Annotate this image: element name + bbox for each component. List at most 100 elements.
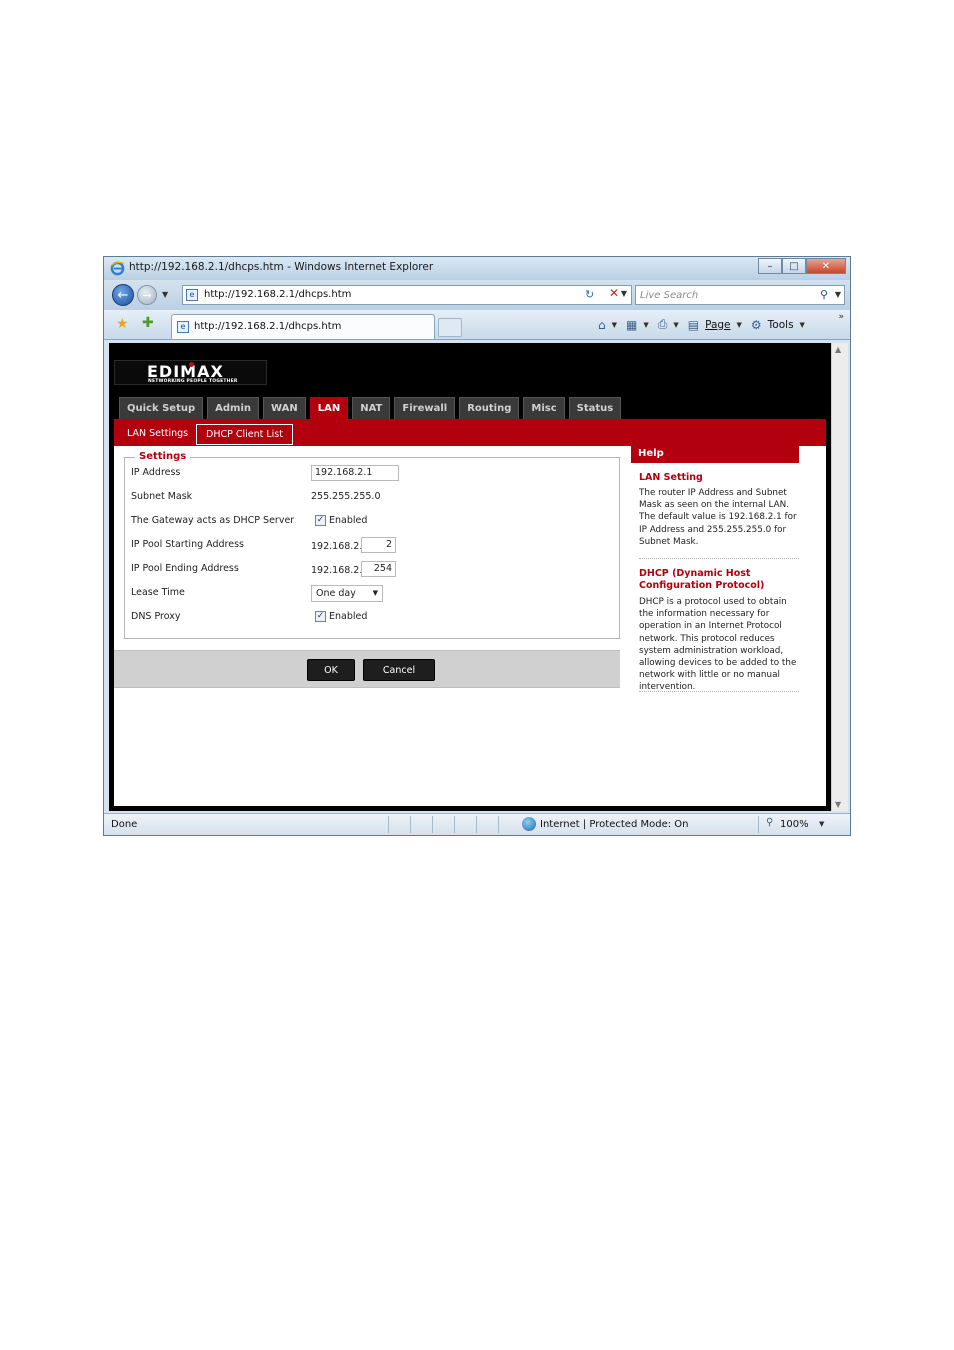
tab-quick-setup[interactable]: Quick Setup (119, 397, 204, 419)
page-menu-icon: ▤ (687, 317, 700, 332)
back-button[interactable]: ← (112, 284, 134, 306)
pool-end-input[interactable]: 254 (361, 561, 396, 577)
forward-arrow-icon: → (142, 288, 152, 302)
feeds-dropdown-icon[interactable]: ▼ (643, 321, 648, 329)
back-arrow-icon: ← (117, 287, 129, 303)
settings-panel: Settings IP Address 192.168.2.1 Subnet M… (114, 446, 826, 806)
status-separator (432, 816, 433, 833)
stop-icon[interactable]: ✕ (609, 286, 619, 300)
window-controls: – □ ✕ (758, 258, 846, 274)
dns-proxy-row: DNS Proxy ✓ Enabled (131, 609, 611, 625)
tools-menu[interactable]: Tools (768, 319, 794, 331)
search-icon[interactable]: ⚲ (820, 288, 828, 301)
new-tab-button[interactable] (438, 318, 462, 337)
status-separator (758, 816, 759, 833)
forward-button[interactable]: → (137, 285, 157, 305)
minimize-button[interactable]: – (758, 258, 782, 274)
sub-nav-bar: LAN Settings DHCP Client List (114, 419, 826, 446)
command-toolbar: ⌂ ▼ ▦ ▼ ⎙ ▼ ▤ Page ▼ ⚙ Tools ▼ (598, 317, 814, 332)
scroll-up-icon[interactable]: ▲ (835, 345, 841, 354)
gear-icon: ⚙ (750, 317, 762, 332)
tab-admin[interactable]: Admin (207, 397, 260, 419)
refresh-icon[interactable]: ↻ (585, 288, 594, 301)
status-separator (498, 816, 499, 833)
lease-time-row: Lease Time One day ▼ (131, 585, 611, 602)
title-bar[interactable]: http://192.168.2.1/dhcps.htm - Windows I… (104, 257, 850, 280)
status-separator (454, 816, 455, 833)
chevron-down-icon: ▼ (372, 589, 378, 597)
tab-routing[interactable]: Routing (459, 397, 520, 419)
home-dropdown-icon[interactable]: ▼ (612, 321, 617, 329)
ok-button[interactable]: OK (307, 659, 355, 681)
address-url[interactable]: http://192.168.2.1/dhcps.htm (204, 289, 351, 300)
lease-time-value: One day (316, 588, 356, 599)
page-icon: e (186, 289, 198, 301)
maximize-button[interactable]: □ (782, 258, 806, 274)
status-text: Done (111, 819, 138, 830)
security-zone[interactable]: Internet | Protected Mode: On (540, 819, 688, 830)
brand-tagline: NETWORKING PEOPLE TOGETHER (148, 379, 238, 384)
search-dropdown-icon[interactable]: ▼ (835, 290, 841, 299)
home-icon[interactable]: ⌂ (598, 318, 606, 332)
chevron-more-icon[interactable]: » (838, 312, 844, 322)
settings-fieldset: Settings IP Address 192.168.2.1 Subnet M… (124, 451, 620, 639)
dhcp-server-checkbox[interactable]: ✓ (315, 515, 326, 526)
tab-title: http://192.168.2.1/dhcps.htm (194, 321, 342, 332)
pool-start-input[interactable]: 2 (361, 537, 396, 553)
page-menu-dropdown-icon[interactable]: ▼ (737, 321, 742, 329)
page-content: EDIMAX NETWORKING PEOPLE TOGETHER Quick … (109, 343, 831, 811)
help-divider (639, 691, 799, 692)
close-button[interactable]: ✕ (806, 258, 846, 274)
subnet-mask-label: Subnet Mask (131, 491, 193, 502)
search-box[interactable]: Live Search ⚲ ▼ (635, 285, 845, 305)
ip-address-input[interactable]: 192.168.2.1 (311, 465, 399, 481)
tab-nat[interactable]: NAT (352, 397, 391, 419)
main-nav-tabs: Quick Setup Admin WAN LAN NAT Firewall R… (119, 397, 625, 419)
favorites-star-icon[interactable]: ★ (116, 316, 129, 332)
subnet-mask-row: Subnet Mask 255.255.255.0 (131, 489, 611, 505)
navigation-bar: ← → ▼ e http://192.168.2.1/dhcps.htm ▼ ↻… (104, 280, 850, 310)
page-menu[interactable]: Page (705, 319, 730, 331)
ip-address-row: IP Address 192.168.2.1 (131, 465, 611, 481)
tools-menu-dropdown-icon[interactable]: ▼ (800, 321, 805, 329)
scroll-down-icon[interactable]: ▼ (835, 800, 841, 809)
command-bar: ★ ✚ e http://192.168.2.1/dhcps.htm ⌂ ▼ ▦… (104, 310, 850, 340)
recent-pages-dropdown-icon[interactable]: ▼ (162, 290, 168, 299)
ip-address-label: IP Address (131, 467, 181, 478)
ie-logo-icon (110, 261, 125, 276)
search-placeholder[interactable]: Live Search (640, 290, 698, 301)
tab-firewall[interactable]: Firewall (394, 397, 456, 419)
browser-window: http://192.168.2.1/dhcps.htm - Windows I… (103, 256, 851, 836)
browser-tab[interactable]: e http://192.168.2.1/dhcps.htm (171, 314, 435, 339)
dns-proxy-label: DNS Proxy (131, 611, 181, 622)
print-dropdown-icon[interactable]: ▼ (673, 321, 678, 329)
help-divider (639, 558, 799, 559)
dns-proxy-checkbox[interactable]: ✓ (315, 611, 326, 622)
zoom-level[interactable]: 100% (780, 819, 809, 830)
help-panel: Help LAN Setting The router IP Address a… (631, 446, 801, 786)
subtab-lan-settings[interactable]: LAN Settings (127, 428, 188, 439)
tab-misc[interactable]: Misc (523, 397, 565, 419)
pool-start-label: IP Pool Starting Address (131, 539, 244, 550)
address-dropdown-icon[interactable]: ▼ (621, 289, 627, 298)
status-separator (410, 816, 411, 833)
pool-end-row: IP Pool Ending Address 192.168.2. 254 (131, 561, 611, 577)
tab-page-icon: e (177, 321, 189, 333)
tab-lan[interactable]: LAN (309, 397, 349, 419)
feeds-icon[interactable]: ▦ (626, 318, 637, 332)
add-favorite-icon[interactable]: ✚ (142, 315, 154, 331)
zoom-dropdown-icon[interactable]: ▼ (819, 820, 824, 828)
lease-time-select[interactable]: One day ▼ (311, 585, 383, 602)
button-bar: OK Cancel (114, 650, 620, 688)
print-icon[interactable]: ⎙ (658, 317, 668, 332)
vertical-scrollbar[interactable]: ▲ ▼ (831, 343, 848, 811)
settings-legend: Settings (135, 451, 191, 462)
address-bar[interactable]: e http://192.168.2.1/dhcps.htm ▼ (182, 285, 632, 305)
subtab-dhcp-client-list[interactable]: DHCP Client List (196, 424, 293, 445)
tab-wan[interactable]: WAN (263, 397, 306, 419)
zoom-icon[interactable]: ⚲ (766, 817, 773, 828)
pool-start-prefix: 192.168.2. (311, 541, 363, 552)
cancel-button[interactable]: Cancel (363, 659, 435, 681)
tab-status[interactable]: Status (568, 397, 622, 419)
dns-proxy-option: Enabled (329, 611, 368, 622)
